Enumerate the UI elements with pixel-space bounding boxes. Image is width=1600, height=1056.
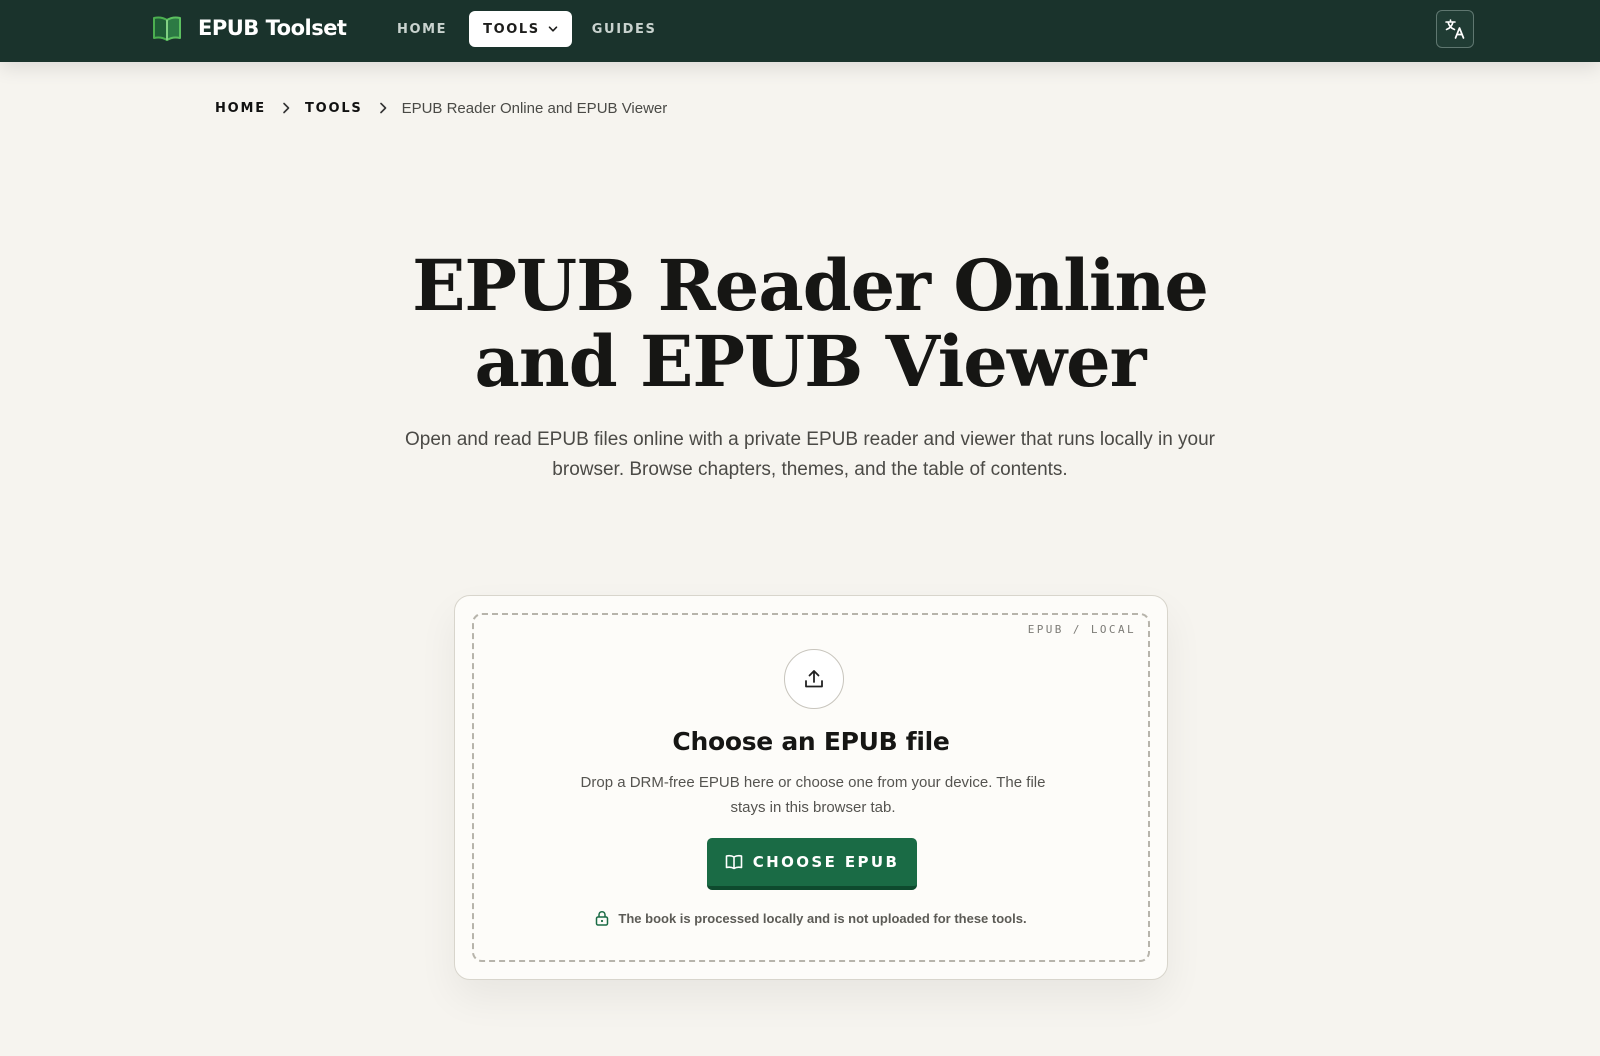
privacy-text: The book is processed locally and is not… (618, 910, 1027, 926)
nav-tools-dropdown[interactable]: TOOLS (469, 11, 572, 47)
translate-icon (1445, 19, 1465, 39)
nav-tools-label: TOOLS (483, 21, 540, 37)
language-switcher-button[interactable] (1436, 10, 1474, 48)
breadcrumb-tools[interactable]: TOOLS (305, 101, 363, 116)
nav-home[interactable]: HOME (390, 11, 461, 47)
breadcrumb-home[interactable]: HOME (215, 101, 266, 116)
page-title-line-2: and EPUB Viewer (474, 320, 1146, 403)
page-title: EPUB Reader Online and EPUB Viewer (300, 248, 1320, 400)
brand-link[interactable]: EPUB Toolset (152, 13, 347, 43)
upload-icon (805, 670, 823, 688)
epub-dropzone[interactable]: EPUB / LOCAL Choose an EPUB file Drop a … (472, 613, 1150, 962)
nav-home-label: HOME (397, 21, 448, 37)
page-subtitle: Open and read EPUB files online with a p… (404, 429, 1216, 480)
main-nav: HOME TOOLS GUIDES (390, 11, 670, 47)
breadcrumb-current: EPUB Reader Online and EPUB Viewer (401, 99, 668, 117)
choose-epub-button[interactable]: CHOOSE EPUB (707, 838, 917, 890)
dropzone-title: Choose an EPUB file (672, 727, 950, 756)
page-title-line-1: EPUB Reader Online (412, 244, 1209, 327)
open-book-icon (725, 854, 743, 870)
upload-card: EPUB / LOCAL Choose an EPUB file Drop a … (454, 595, 1168, 980)
choose-epub-label: CHOOSE EPUB (752, 853, 900, 871)
upload-icon-badge (784, 649, 844, 709)
chevron-right-icon (379, 102, 386, 114)
brand-name: EPUB Toolset (198, 16, 347, 40)
format-tag: EPUB / LOCAL (1027, 623, 1136, 636)
top-navigation-bar: EPUB Toolset HOME TOOLS GUIDES (0, 0, 1600, 62)
breadcrumb: HOME TOOLS EPUB Reader Online and EPUB V… (215, 98, 667, 118)
nav-guides[interactable]: GUIDES (578, 11, 671, 47)
lock-icon (596, 910, 609, 926)
chevron-down-icon (548, 26, 558, 32)
nav-guides-label: GUIDES (591, 21, 657, 37)
dropzone-description: Drop a DRM-free EPUB here or choose one … (580, 774, 1046, 816)
chevron-right-icon (283, 102, 290, 114)
book-logo-icon (153, 16, 181, 41)
privacy-note: The book is processed locally and is not… (474, 910, 1148, 926)
